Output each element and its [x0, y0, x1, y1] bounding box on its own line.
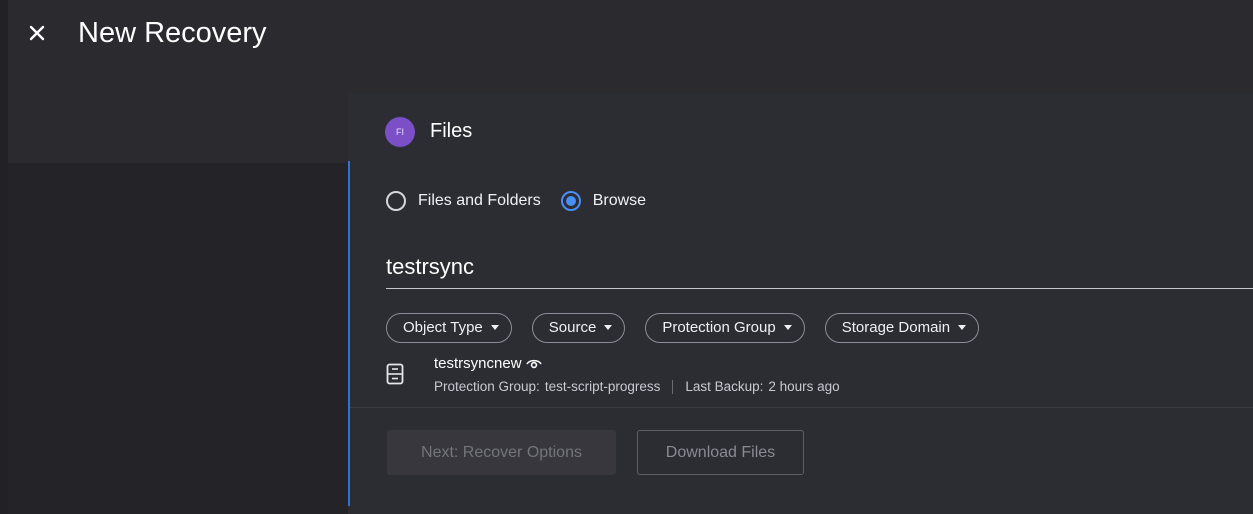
- radio-files-and-folders[interactable]: [386, 191, 406, 211]
- download-files-button[interactable]: Download Files: [637, 430, 804, 475]
- filter-storage-domain-label: Storage Domain: [841, 319, 951, 336]
- files-card: FI Files Files and Folders Browse Object…: [348, 93, 1253, 514]
- filter-storage-domain[interactable]: Storage Domain: [824, 312, 980, 343]
- filter-protection-group-label: Protection Group: [662, 319, 776, 336]
- chevron-down-icon: [604, 325, 613, 330]
- chevron-down-icon: [490, 325, 499, 330]
- filter-source[interactable]: Source: [531, 312, 626, 343]
- next-recover-options-button[interactable]: Next: Recover Options: [387, 430, 616, 475]
- chevron-down-icon: [783, 325, 792, 330]
- last-backup-value: 2 hours ago: [768, 379, 840, 394]
- filter-source-label: Source: [548, 319, 597, 336]
- radio-label-browse[interactable]: Browse: [593, 192, 646, 210]
- filter-object-type-label: Object Type: [403, 319, 483, 336]
- search-input[interactable]: [386, 245, 1253, 289]
- filter-bar: Object Type Source Protection Group Stor…: [386, 312, 999, 343]
- card-header: FI Files: [348, 93, 1253, 161]
- radio-browse[interactable]: [560, 191, 581, 211]
- page-header: New Recovery: [8, 0, 1253, 88]
- close-icon[interactable]: [28, 22, 46, 44]
- radio-label-files-and-folders[interactable]: Files and Folders: [418, 192, 541, 210]
- filter-object-type[interactable]: Object Type: [386, 312, 512, 343]
- page-title: New Recovery: [78, 17, 267, 49]
- protection-group-value: test-script-progress: [544, 379, 661, 394]
- app-frame: New Recovery FI Files Files and Folders …: [8, 0, 1253, 514]
- result-meta: Protection Group: test-script-progress L…: [434, 379, 840, 394]
- result-name[interactable]: testrsyncnew: [434, 355, 542, 372]
- eye-icon: [525, 359, 542, 368]
- recovery-mode-group: Files and Folders Browse: [386, 189, 666, 213]
- result-name-text: testrsyncnew: [434, 355, 522, 372]
- files-badge-icon: FI: [385, 117, 415, 147]
- filter-protection-group[interactable]: Protection Group: [645, 312, 805, 343]
- server-icon: [386, 363, 404, 385]
- meta-divider: [672, 379, 674, 394]
- last-backup-label: Last Backup:: [685, 379, 764, 394]
- protection-group-label: Protection Group:: [434, 379, 540, 394]
- chevron-down-icon: [958, 325, 967, 330]
- active-step-rail: [348, 161, 350, 506]
- search-result-row[interactable]: testrsyncnew Protection Group: test-scri…: [350, 351, 1253, 408]
- card-title: Files: [430, 120, 473, 142]
